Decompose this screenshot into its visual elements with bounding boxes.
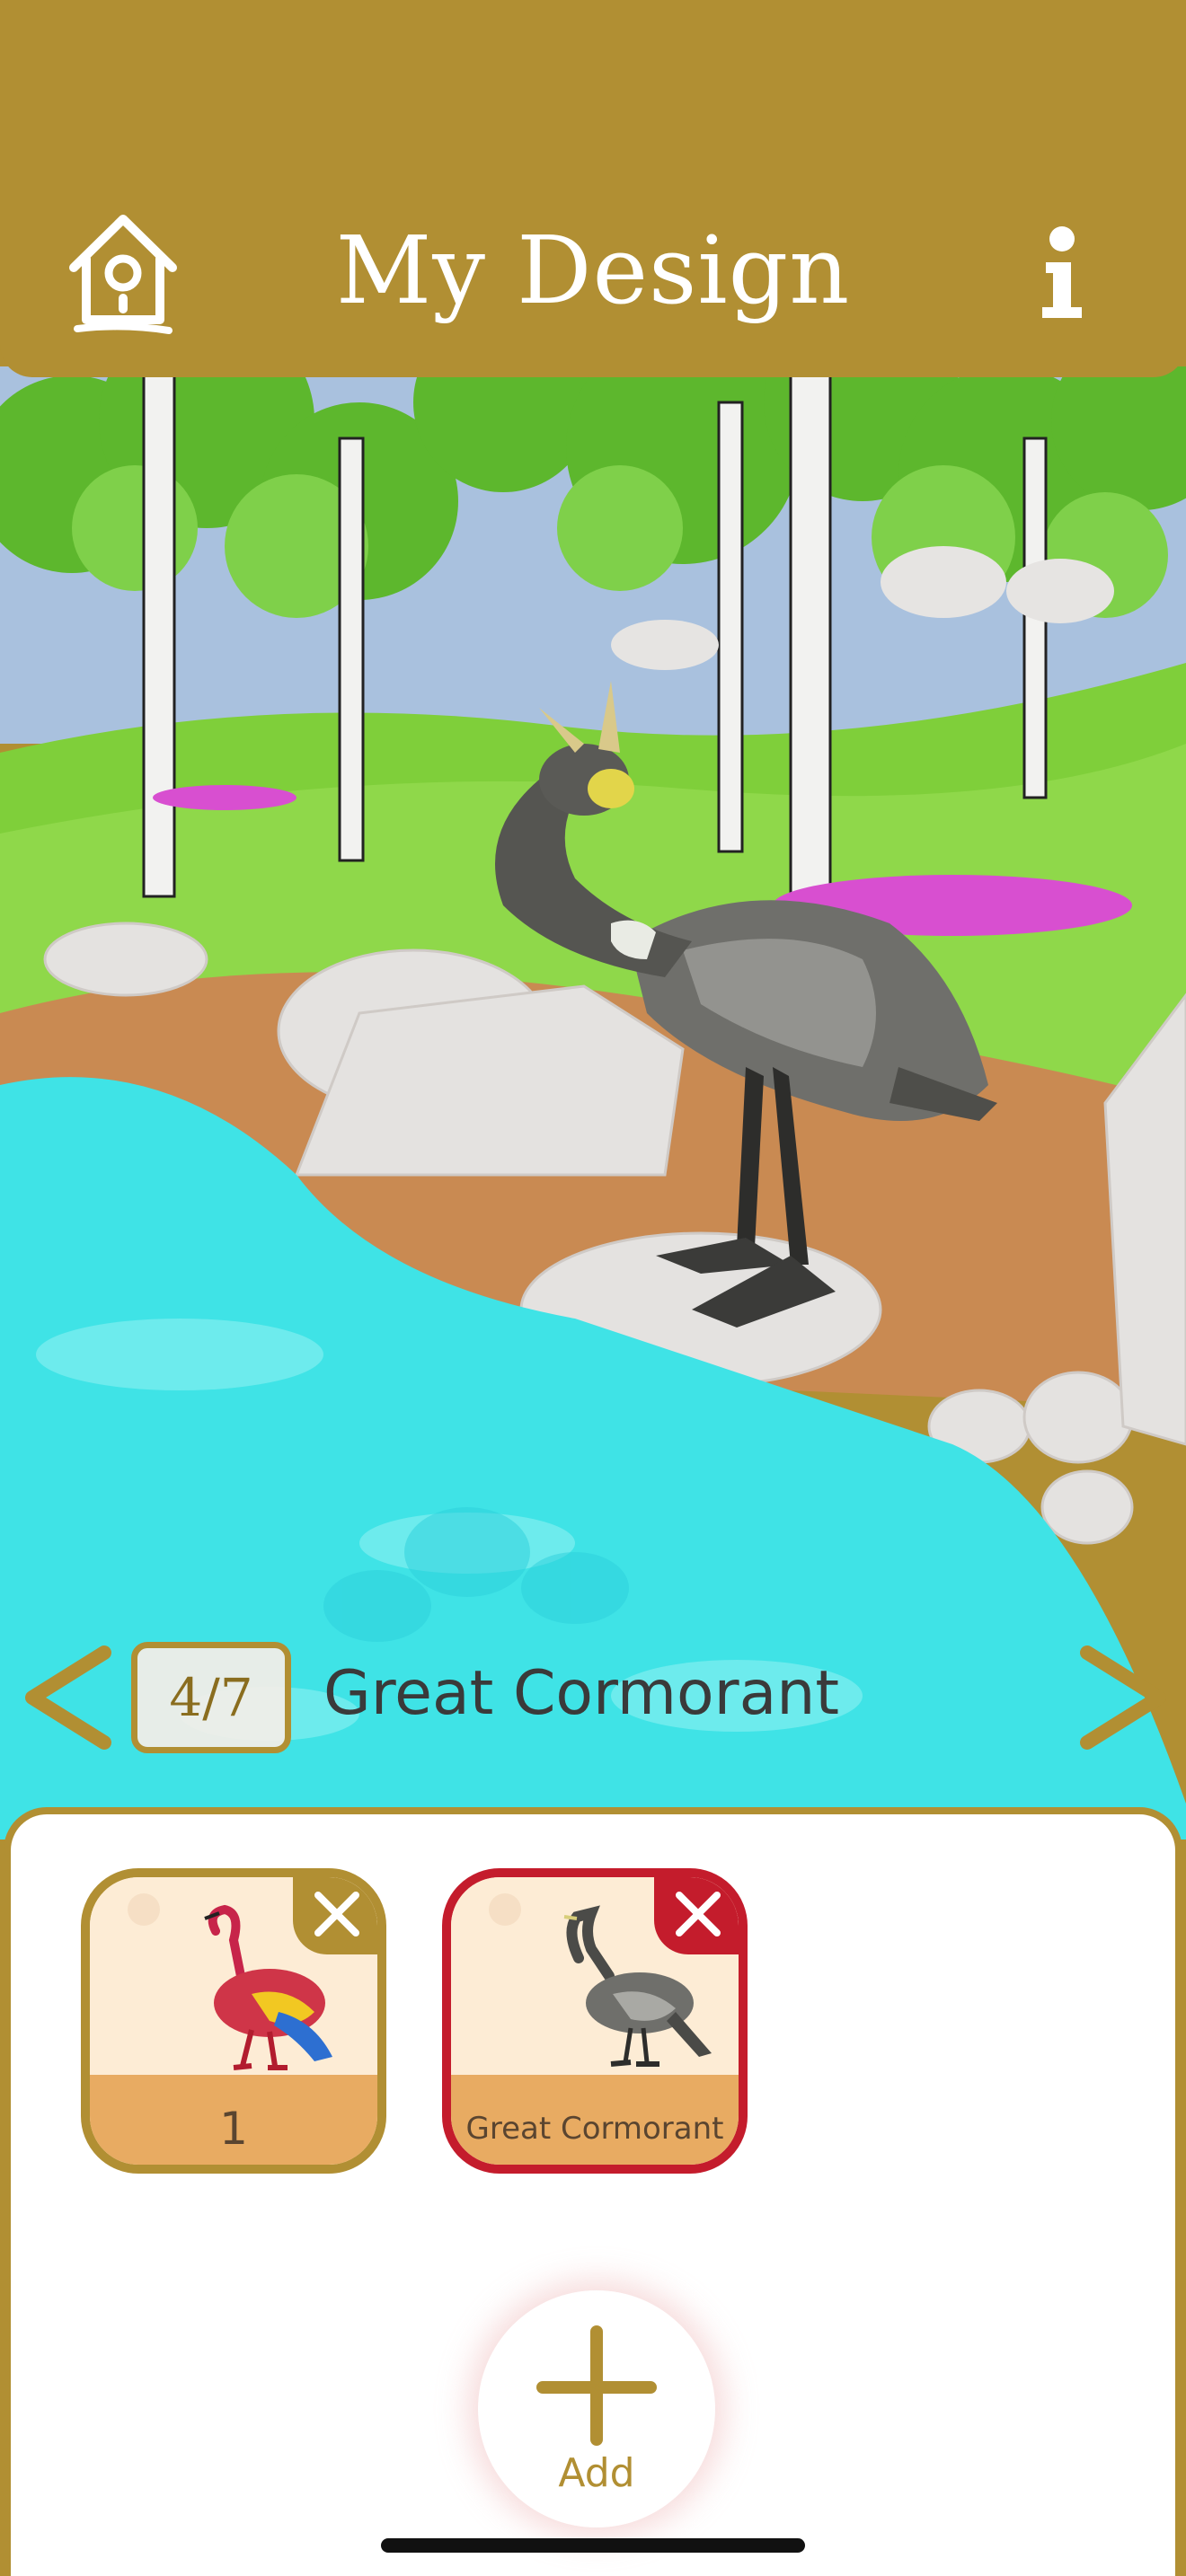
bird-selector: 4/7 Great Cormorant <box>0 1635 1186 1760</box>
close-icon <box>676 1892 721 1936</box>
previous-bird-button[interactable] <box>18 1644 117 1751</box>
delete-design-button[interactable] <box>654 1877 739 1954</box>
add-label: Add <box>558 2450 635 2496</box>
design-label: Great Cormorant <box>451 2075 739 2165</box>
app-header: My Design <box>0 0 1186 377</box>
bird-name-label: Great Cormorant <box>323 1658 840 1729</box>
info-icon <box>1042 226 1082 318</box>
design-card[interactable]: 1 <box>81 1868 386 2174</box>
home-indicator[interactable] <box>381 2538 805 2553</box>
design-card-selected[interactable]: Great Cormorant <box>442 1868 748 2174</box>
chevron-right-icon <box>1080 1645 1166 1750</box>
chevron-left-icon <box>25 1645 111 1750</box>
page-title: My Design <box>335 216 851 325</box>
info-button[interactable] <box>1030 225 1093 323</box>
close-icon <box>314 1892 359 1936</box>
bird-3d-scene[interactable] <box>0 366 1186 1839</box>
next-bird-button[interactable] <box>1075 1644 1173 1751</box>
delete-design-button[interactable] <box>293 1877 377 1954</box>
design-label: 1 <box>90 2075 377 2165</box>
bird-counter: 4/7 <box>131 1642 291 1753</box>
design-panel: 1 Great Cormorant Add <box>4 1807 1182 2576</box>
add-design-button[interactable]: Add <box>478 2290 715 2527</box>
